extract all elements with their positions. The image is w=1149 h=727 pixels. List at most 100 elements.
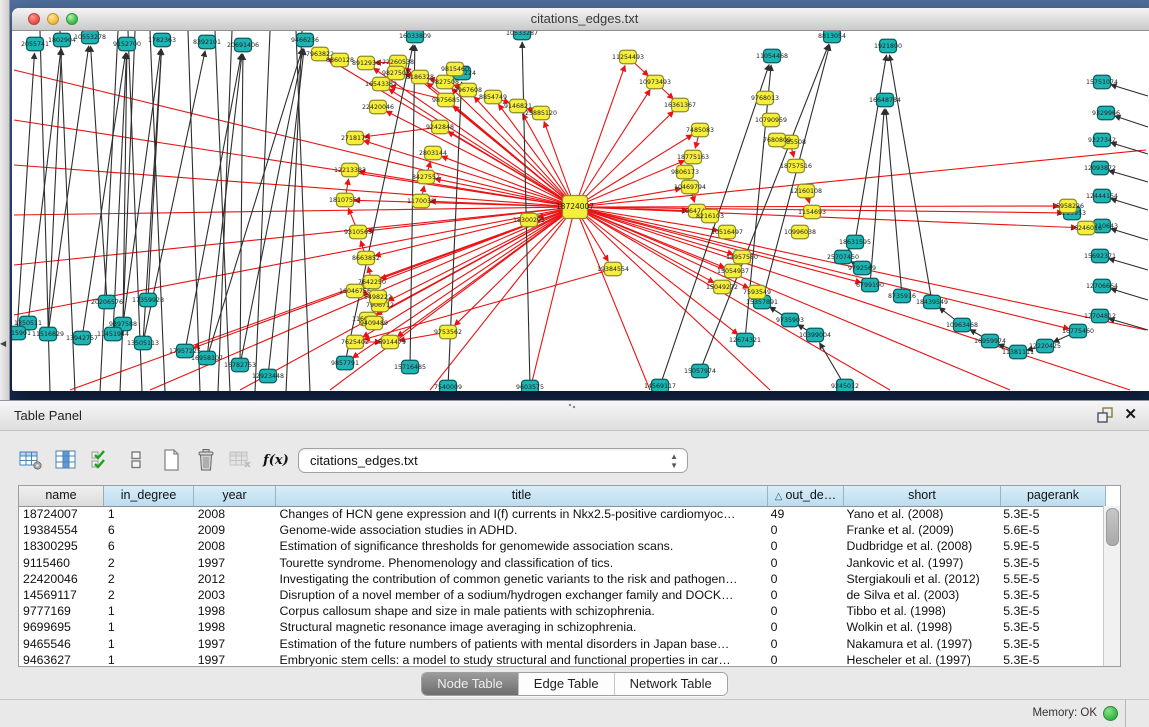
table-cell[interactable]: 2	[104, 571, 194, 587]
graph-node[interactable]: 17359928	[132, 293, 164, 307]
graph-node[interactable]: 12093872	[1084, 161, 1116, 175]
table-cell[interactable]: 5.3E-5	[999, 555, 1104, 571]
graph-node[interactable]: 16033809	[399, 31, 431, 43]
table-row[interactable]: 969969511998Structural magnetic resonanc…	[19, 619, 1104, 635]
graph-node[interactable]: 20206576	[91, 295, 123, 309]
graph-node[interactable]: 2803144	[419, 146, 447, 160]
graph-node[interactable]: 13942757	[66, 331, 98, 345]
graph-node[interactable]: 12674321	[729, 333, 761, 347]
graph-node[interactable]: 11516829	[32, 327, 64, 341]
table-cell[interactable]: Hescheler et al. (1997)	[842, 652, 999, 666]
table-row[interactable]: 1872400712008Changes of HCN gene express…	[19, 506, 1104, 522]
table-row[interactable]: 1938455462009Genome-wide association stu…	[19, 522, 1104, 538]
graph-node[interactable]: 9753562	[434, 325, 462, 339]
table-cell[interactable]: 6	[104, 522, 194, 538]
table-cell[interactable]: Stergiakouli et al. (2012)	[842, 571, 999, 587]
table-cell[interactable]: Franke et al. (2009)	[842, 522, 999, 538]
graph-node[interactable]: 8813054	[818, 31, 846, 43]
graph-node[interactable]: 10553278	[74, 31, 106, 44]
table-cell[interactable]: 2012	[194, 571, 276, 587]
graph-node[interactable]: 10533287	[506, 31, 538, 40]
graph-node[interactable]: 9735903	[776, 313, 804, 327]
column-header-year[interactable]: year	[194, 486, 276, 506]
table-cell[interactable]: 0	[767, 603, 843, 619]
graph-node[interactable]: 1802904	[48, 33, 76, 47]
table-cell[interactable]: 2	[104, 555, 194, 571]
network-canvas[interactable]: 2055741180290410553278915270017823638392…	[12, 31, 1149, 391]
graph-node[interactable]: 18107552	[329, 193, 361, 207]
graph-node[interactable]: 15049272	[706, 280, 738, 294]
table-cell[interactable]: 1997	[194, 652, 276, 666]
table-cell[interactable]: 1	[104, 652, 194, 666]
table-cell[interactable]: 9699695	[19, 619, 104, 635]
table-cell[interactable]: 1998	[194, 619, 276, 635]
table-cell[interactable]: 1	[104, 506, 194, 522]
graph-node[interactable]: 12160108	[790, 184, 822, 198]
table-cell[interactable]: Changes of HCN gene expression and I(f) …	[276, 506, 767, 522]
table-cell[interactable]: 2	[104, 587, 194, 603]
table-cell[interactable]: 1	[104, 603, 194, 619]
table-cell[interactable]: Tourette syndrome. Phenomenology and cla…	[276, 555, 767, 571]
graph-node[interactable]: 9245012	[831, 379, 859, 391]
table-cell[interactable]: 5.3E-5	[999, 587, 1104, 603]
table-cell[interactable]: 9115460	[19, 555, 104, 571]
graph-node[interactable]: 7540009	[434, 380, 462, 391]
graph-node[interactable]: 8663852	[352, 251, 380, 265]
tab-network-table[interactable]: Network Table	[614, 673, 727, 695]
table-cell[interactable]: 1	[104, 636, 194, 652]
graph-node[interactable]: 10516497	[711, 225, 743, 239]
graph-node[interactable]: 12706664	[1086, 279, 1118, 293]
table-cell[interactable]: Structural magnetic resonance image aver…	[276, 619, 767, 635]
table-cell[interactable]: Jankovic et al. (1997)	[842, 555, 999, 571]
table-cell[interactable]: 5.3E-5	[999, 619, 1104, 635]
table-cell[interactable]: 5.5E-5	[999, 571, 1104, 587]
column-header-in_degree[interactable]: in_degree	[104, 486, 194, 506]
tab-edge-table[interactable]: Edge Table	[518, 673, 614, 695]
graph-node[interactable]: 2055741	[21, 37, 49, 51]
graph-node[interactable]: 9875685	[432, 93, 460, 107]
column-header-short[interactable]: short	[844, 486, 1001, 506]
delete-column-icon[interactable]	[193, 447, 219, 473]
graph-node[interactable]: 16361367	[664, 98, 696, 112]
graph-node[interactable]: 2718176	[341, 131, 369, 145]
graph-node[interactable]: 8392101	[193, 35, 221, 49]
graph-node[interactable]: 11254493	[612, 50, 644, 64]
table-cell[interactable]: 1998	[194, 603, 276, 619]
table-row[interactable]: 2242004622012Investigating the contribut…	[19, 571, 1104, 587]
column-header-name[interactable]: name	[19, 486, 104, 506]
table-cell[interactable]: 9465546	[19, 636, 104, 652]
table-cell[interactable]: 18724007	[19, 506, 104, 522]
table-cell[interactable]: de Silva et al. (2003)	[842, 587, 999, 603]
graph-node[interactable]: 15716485	[394, 360, 426, 374]
column-header-out_de[interactable]: △out_de…	[768, 486, 844, 506]
graph-node[interactable]: 10973493	[639, 75, 671, 89]
graph-node[interactable]: 22420046	[362, 100, 394, 114]
graph-node[interactable]: 9806173	[671, 165, 699, 179]
graph-node[interactable]: 9768013	[751, 91, 779, 105]
table-cell[interactable]: 0	[767, 555, 843, 571]
graph-node[interactable]: 15692371	[1084, 249, 1116, 263]
table-cell[interactable]: 0	[767, 522, 843, 538]
graph-node[interactable]: 13505113	[127, 336, 159, 350]
graph-node[interactable]: 15057974	[684, 364, 716, 378]
graph-node[interactable]: 7625402	[341, 335, 369, 349]
table-cell[interactable]: 9463627	[19, 652, 104, 666]
graph-node[interactable]: 15751074	[1086, 75, 1118, 89]
tab-node-table[interactable]: Node Table	[422, 673, 518, 695]
graph-node[interactable]: 10963468	[946, 318, 978, 332]
graph-node[interactable]: 10790959	[755, 113, 787, 127]
table-cell[interactable]: 5.3E-5	[999, 506, 1104, 522]
table-cell[interactable]: 2009	[194, 522, 276, 538]
table-cell[interactable]: Yano et al. (2008)	[842, 506, 999, 522]
table-row[interactable]: 946554611997Estimation of the future num…	[19, 636, 1104, 652]
graph-node[interactable]: 18757516	[780, 159, 812, 173]
table-cell[interactable]: 5.3E-5	[999, 652, 1104, 666]
graph-node[interactable]: 9466236	[291, 33, 319, 47]
table-cell[interactable]: 49	[767, 506, 843, 522]
graph-node[interactable]: 9329966	[1092, 106, 1120, 120]
graph-node[interactable]: 9310563	[344, 225, 372, 239]
table-cell[interactable]: Corpus callosum shape and size in male p…	[276, 603, 767, 619]
table-cell[interactable]: Estimation of significance thresholds fo…	[276, 538, 767, 554]
table-cell[interactable]: Tibbo et al. (1998)	[842, 603, 999, 619]
graph-node[interactable]: 18631595	[839, 235, 871, 249]
